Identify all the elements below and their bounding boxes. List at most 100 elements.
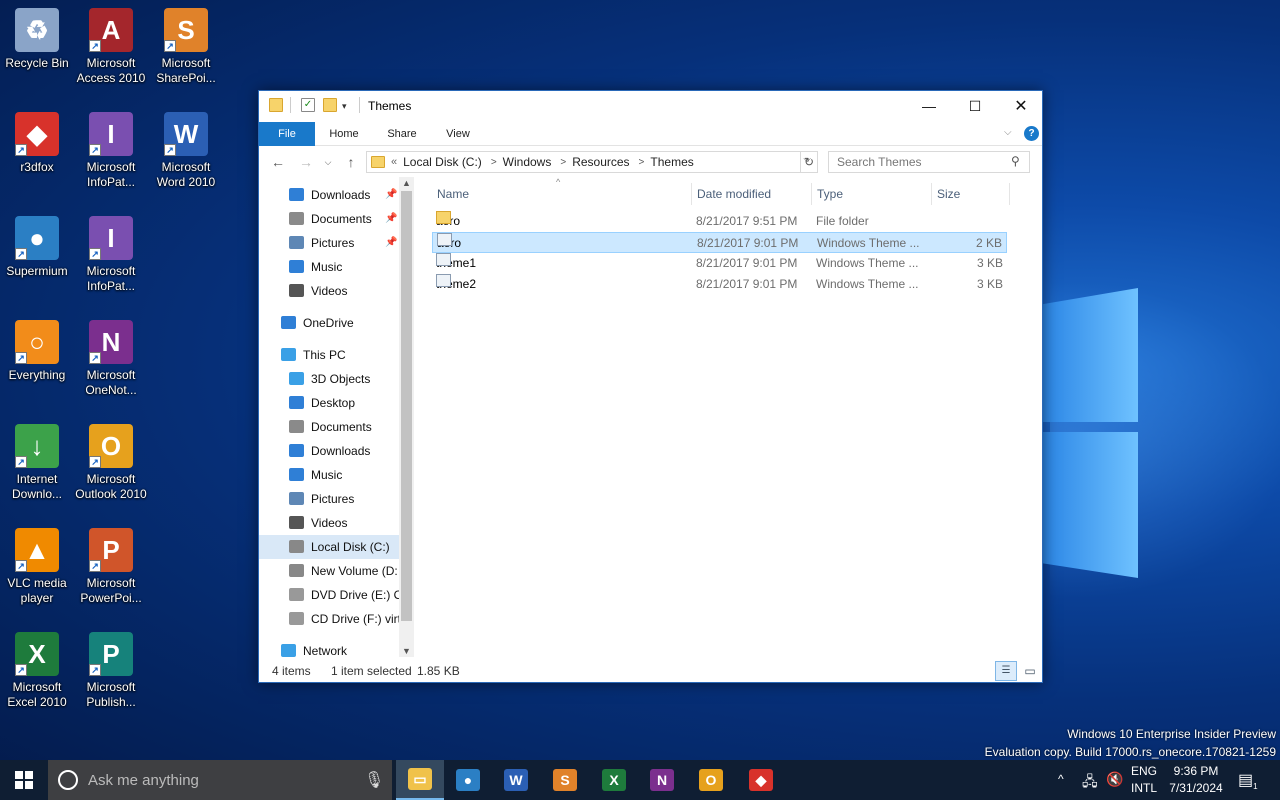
nav-item-music[interactable]: Music xyxy=(289,255,342,279)
nav-scrollbar[interactable]: ▲ ▼ xyxy=(399,177,414,657)
scroll-up-icon[interactable]: ▲ xyxy=(399,178,414,188)
nav-item-downloads[interactable]: Downloads xyxy=(289,439,370,463)
desktop-icon-item[interactable]: N ↗ Microsoft OneNot... xyxy=(74,320,148,398)
breadcrumb-overflow[interactable]: « xyxy=(391,156,397,168)
customize-quick-access-icon[interactable]: ▾ xyxy=(342,98,356,112)
nav-item-local-disk-c[interactable]: Local Disk (C:) xyxy=(259,535,399,559)
desktop-icon-item[interactable]: I ↗ Microsoft InfoPat... xyxy=(74,216,148,294)
nav-item-dvd-drive-e-o[interactable]: DVD Drive (E:) O xyxy=(289,583,403,607)
breadcrumb-themes[interactable]: Themes xyxy=(650,155,693,169)
microphone-icon[interactable]: 🎙 xyxy=(364,770,384,790)
desktop-icon-item[interactable]: ○ ↗ Everything xyxy=(0,320,74,383)
desktop-icon-item[interactable]: ♻ Recycle Bin xyxy=(0,8,74,71)
close-button[interactable]: ✕ xyxy=(998,91,1044,121)
nav-item-videos[interactable]: Videos xyxy=(289,511,347,535)
taskbar-file-explorer-button[interactable]: ▭ xyxy=(396,760,444,800)
search-icon[interactable]: ⚲ xyxy=(1011,154,1020,168)
scrollbar-thumb[interactable] xyxy=(401,191,412,621)
desktop-icon-item[interactable]: W ↗ Microsoft Word 2010 xyxy=(149,112,223,190)
nav-item-new-volume-d[interactable]: New Volume (D: xyxy=(289,559,398,583)
column-size[interactable]: Size xyxy=(932,183,1010,205)
file-explorer-window[interactable]: ✓ ▾ Themes — ☐ ✕ File Home Share View ⌵ … xyxy=(258,90,1043,683)
title-bar[interactable]: ✓ ▾ Themes — ☐ ✕ xyxy=(259,91,1042,121)
breadcrumb-local-disk[interactable]: Local Disk (C:) xyxy=(403,155,482,169)
nav-item-documents[interactable]: Documents xyxy=(289,415,372,439)
taskbar-word-button[interactable]: W xyxy=(492,760,540,800)
taskbar-outlook-button[interactable]: O xyxy=(687,760,735,800)
chevron-right-icon[interactable]: > xyxy=(560,157,566,168)
input-language[interactable]: ENG INTL xyxy=(1131,764,1157,800)
file-row[interactable]: theme1 8/21/2017 9:01 PM Windows Theme ...… xyxy=(432,253,1007,274)
nav-item-downloads[interactable]: Downloads xyxy=(289,183,370,207)
taskbar-supermium-button[interactable]: ● xyxy=(444,760,492,800)
nav-item-3d-objects[interactable]: 3D Objects xyxy=(289,367,370,391)
shortcut-arrow-icon: ↗ xyxy=(89,248,101,260)
column-type[interactable]: Type xyxy=(812,183,932,205)
chevron-right-icon[interactable]: > xyxy=(491,157,497,168)
shortcut-arrow-icon: ↗ xyxy=(15,352,27,364)
search-input[interactable]: Search Themes xyxy=(828,151,1030,173)
tab-share[interactable]: Share xyxy=(379,122,425,146)
desktop-icon-item[interactable]: ↓ ↗ Internet Downlo... xyxy=(0,424,74,502)
tab-file[interactable]: File xyxy=(259,122,315,146)
nav-item-pictures[interactable]: Pictures xyxy=(289,231,354,255)
file-row[interactable]: theme2 8/21/2017 9:01 PM Windows Theme ...… xyxy=(432,274,1007,295)
up-icon[interactable]: ↑ xyxy=(342,153,360,171)
nav-item-onedrive[interactable]: OneDrive xyxy=(281,311,354,335)
tab-home[interactable]: Home xyxy=(321,122,367,146)
desktop-icon-item[interactable]: X ↗ Microsoft Excel 2010 xyxy=(0,632,74,710)
desktop-icon-item[interactable]: ▲ ↗ VLC media player xyxy=(0,528,74,606)
nav-item-videos[interactable]: Videos xyxy=(289,279,347,303)
desktop-icon-item[interactable]: I ↗ Microsoft InfoPat... xyxy=(74,112,148,190)
desktop-icon-item[interactable]: ● ↗ Supermium xyxy=(0,216,74,279)
maximize-button[interactable]: ☐ xyxy=(952,91,998,121)
taskbar-r3dfox-button[interactable]: ◆ xyxy=(737,760,785,800)
desktop-icon-item[interactable]: O ↗ Microsoft Outlook 2010 xyxy=(74,424,148,502)
help-icon[interactable]: ? xyxy=(1024,126,1039,141)
address-bar[interactable]: « Local Disk (C:) > Windows > Resources … xyxy=(366,151,818,173)
desktop-icon-item[interactable]: ◆ ↗ r3dfox xyxy=(0,112,74,175)
taskbar-sharepoint-button[interactable]: S xyxy=(541,760,589,800)
tab-view[interactable]: View xyxy=(435,122,481,146)
file-row[interactable]: aero 8/21/2017 9:01 PM Windows Theme ... 2 … xyxy=(432,232,1007,253)
taskbar-excel-button[interactable]: X xyxy=(590,760,638,800)
nav-item-pictures[interactable]: Pictures xyxy=(289,487,354,511)
breadcrumb-resources[interactable]: Resources xyxy=(572,155,629,169)
taskbar-onenote-button[interactable]: N xyxy=(638,760,686,800)
desktop-icon-item[interactable]: A ↗ Microsoft Access 2010 xyxy=(74,8,148,86)
refresh-icon[interactable]: ↻ xyxy=(800,151,818,173)
action-center-icon[interactable]: ▤1 xyxy=(1238,770,1258,800)
column-date-modified[interactable]: Date modified xyxy=(692,183,812,205)
this-pc-icon xyxy=(281,348,296,361)
file-row[interactable]: aero 8/21/2017 9:51 PM File folder xyxy=(432,211,1007,232)
drive-icon xyxy=(289,564,304,577)
nav-item-this-pc[interactable]: This PC xyxy=(281,343,346,367)
volume-muted-icon[interactable]: 🔇 xyxy=(1106,771,1123,800)
chevron-right-icon[interactable]: > xyxy=(639,157,645,168)
expand-ribbon-icon[interactable]: ⌵ xyxy=(1004,127,1012,138)
properties-icon[interactable]: ✓ xyxy=(301,98,315,112)
scroll-down-icon[interactable]: ▼ xyxy=(399,646,414,656)
nav-item-desktop[interactable]: Desktop xyxy=(289,391,355,415)
large-icons-view-icon[interactable]: ▭ xyxy=(1021,662,1039,680)
nav-item-documents[interactable]: Documents xyxy=(289,207,372,231)
back-icon[interactable]: ← xyxy=(269,153,287,171)
start-button[interactable] xyxy=(0,760,48,800)
breadcrumb-windows[interactable]: Windows xyxy=(503,155,552,169)
desktop-icon-item[interactable]: S ↗ Microsoft SharePoi... xyxy=(149,8,223,86)
details-view-icon[interactable]: ☰ xyxy=(995,661,1017,681)
nav-item-cd-drive-f-virt[interactable]: CD Drive (F:) virt xyxy=(289,607,401,631)
clock[interactable]: 9:36 PM 7/31/2024 xyxy=(1166,764,1226,800)
nav-item-music[interactable]: Music xyxy=(289,463,342,487)
recent-locations-icon[interactable]: ⌵ xyxy=(319,153,337,171)
desktop-icon-item[interactable]: P ↗ Microsoft PowerPoi... xyxy=(74,528,148,606)
show-hidden-icons-icon[interactable]: ^ xyxy=(1058,772,1076,800)
column-name[interactable]: Name xyxy=(432,183,692,205)
desktop-icon-item[interactable]: P ↗ Microsoft Publish... xyxy=(74,632,148,710)
cortana-search-box[interactable]: Ask me anything 🎙 xyxy=(48,760,392,800)
network-icon[interactable]: 🖧 xyxy=(1082,771,1098,800)
new-folder-icon[interactable] xyxy=(323,98,337,112)
forward-icon[interactable]: → xyxy=(297,153,315,171)
nav-item-network[interactable]: Network xyxy=(281,639,347,657)
minimize-button[interactable]: — xyxy=(906,91,952,121)
